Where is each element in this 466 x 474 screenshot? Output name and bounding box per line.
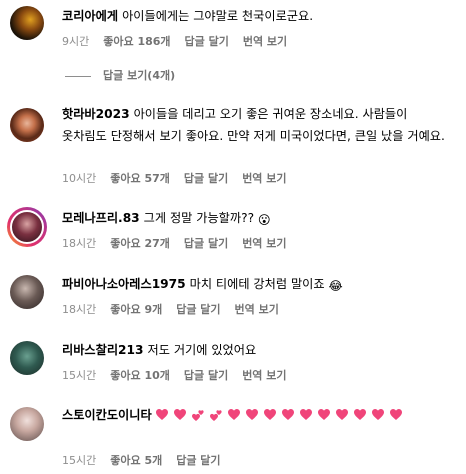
comment-meta: 15시간 좋아요 5개 답글 달기 [62, 452, 235, 468]
avatar[interactable] [10, 407, 44, 441]
heart-emoji-row [155, 408, 408, 422]
view-replies-button[interactable]: 답글 보기(4개) [62, 67, 175, 83]
comment-username[interactable]: 코리아에게 [62, 9, 118, 23]
comment-time: 18시간 [62, 303, 97, 316]
comment-meta: 9시간 좋아요 186개 답글 달기 번역 보기 [62, 33, 301, 49]
likes-count[interactable]: 좋아요 10개 [110, 369, 170, 382]
comment-meta: 15시간 좋아요 10개 답글 달기 번역 보기 [62, 367, 301, 383]
reply-button[interactable]: 답글 달기 [184, 172, 228, 185]
reply-button[interactable]: 답글 달기 [176, 454, 220, 467]
pink-heart-icon [263, 409, 276, 420]
comment-body: 파비아나소아레스1975 마치 티에테 강처럼 말이죠 😂 [62, 274, 452, 297]
avatar[interactable] [10, 341, 44, 375]
comment-time: 15시간 [62, 369, 97, 382]
comment-body: 코리아에게 아이들에게는 그야말로 천국이로군요. [62, 6, 452, 27]
surprised-face-icon: 😮 [257, 213, 271, 227]
likes-count[interactable]: 좋아요 9개 [110, 303, 162, 316]
comment-text: 마치 티에테 강처럼 말이죠 [189, 277, 325, 291]
comment-meta: 10시간 좋아요 57개 답글 달기 번역 보기 [62, 170, 301, 186]
laughing-face-icon: 😂 [328, 279, 343, 293]
comment-time: 10시간 [62, 172, 97, 185]
translate-button[interactable]: 번역 보기 [242, 369, 286, 382]
pink-heart-icon [173, 409, 186, 420]
pink-heart-icon [317, 409, 330, 420]
comment-meta: 18시간 좋아요 27개 답글 달기 번역 보기 [62, 235, 301, 251]
likes-count[interactable]: 좋아요 186개 [103, 35, 170, 48]
comment-time: 18시간 [62, 237, 97, 250]
pink-heart-icon [353, 409, 366, 420]
pink-heart-icon [299, 409, 312, 420]
comment-body: 리바스찰리213 저도 거기에 있었어요 [62, 340, 452, 361]
reply-button[interactable]: 답글 달기 [184, 237, 228, 250]
two-hearts-icon [209, 410, 222, 421]
comment-text: 저도 거기에 있었어요 [147, 343, 257, 357]
avatar[interactable] [10, 6, 44, 40]
replies-divider [65, 75, 91, 77]
likes-count[interactable]: 좋아요 27개 [110, 237, 170, 250]
avatar[interactable] [7, 207, 47, 247]
pink-heart-icon [227, 409, 240, 420]
comment-time: 9시간 [62, 35, 90, 48]
comment-username[interactable]: 핫라바2023 [62, 107, 130, 121]
comment-meta: 18시간 좋아요 9개 답글 달기 번역 보기 [62, 301, 293, 317]
avatar-image [10, 210, 44, 244]
comment-username[interactable]: 모레나프리.83 [62, 211, 140, 225]
comment-username[interactable]: 스토이칸도이니타 [62, 408, 152, 422]
pink-heart-icon [371, 409, 384, 420]
pink-heart-icon [245, 409, 258, 420]
pink-heart-icon [281, 409, 294, 420]
pink-heart-icon [389, 409, 402, 420]
comment-username[interactable]: 리바스찰리213 [62, 343, 144, 357]
avatar[interactable] [10, 275, 44, 309]
comment-text: 아이들에게는 그야말로 천국이로군요. [122, 9, 314, 23]
comment-time: 15시간 [62, 454, 97, 467]
translate-button[interactable]: 번역 보기 [243, 35, 287, 48]
comment-username[interactable]: 파비아나소아레스1975 [62, 277, 186, 291]
avatar[interactable] [10, 108, 44, 142]
pink-heart-icon [335, 409, 348, 420]
comment-body: 모레나프리.83 그게 정말 가능할까?? 😮 [62, 208, 452, 231]
translate-button[interactable]: 번역 보기 [235, 303, 279, 316]
likes-count[interactable]: 좋아요 5개 [110, 454, 162, 467]
view-replies-label: 답글 보기(4개) [103, 69, 176, 82]
reply-button[interactable]: 답글 달기 [185, 35, 229, 48]
translate-button[interactable]: 번역 보기 [242, 172, 286, 185]
pink-heart-icon [155, 409, 168, 420]
comment-body: 스토이칸도이니타 [62, 405, 452, 426]
two-hearts-icon [191, 410, 204, 421]
comment-text: 그게 정말 가능할까?? [143, 211, 255, 225]
likes-count[interactable]: 좋아요 57개 [110, 172, 170, 185]
comment-body: 핫라바2023 아이들을 데리고 오기 좋은 귀여운 장소네요. 사람들이 옷차림… [62, 104, 452, 147]
reply-button[interactable]: 답글 달기 [176, 303, 220, 316]
translate-button[interactable]: 번역 보기 [242, 237, 286, 250]
reply-button[interactable]: 답글 달기 [184, 369, 228, 382]
